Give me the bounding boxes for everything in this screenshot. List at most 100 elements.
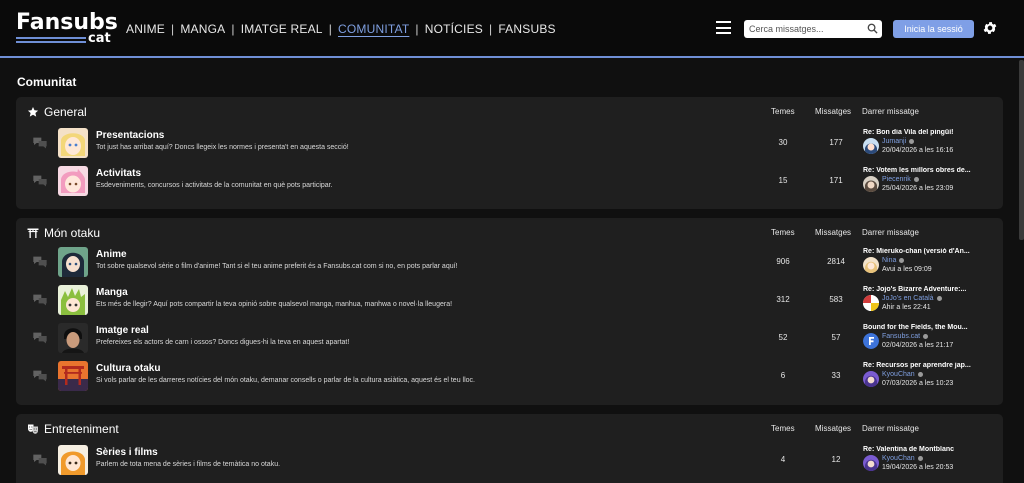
last-post-date: 20/04/2026 a les 16:16 bbox=[882, 147, 954, 154]
forum-thumbnail[interactable] bbox=[58, 247, 88, 277]
search-icon[interactable] bbox=[867, 23, 878, 34]
login-button[interactable]: Inicia la sessió bbox=[893, 20, 974, 38]
forum-temes-count: 312 bbox=[776, 295, 790, 304]
last-post-title[interactable]: Re: Valentina de Montblanc bbox=[863, 446, 977, 453]
forum-name[interactable]: Presentacions bbox=[96, 130, 164, 141]
col-temes-header: Temes bbox=[771, 107, 795, 116]
forum-name[interactable]: Activitats bbox=[96, 168, 141, 179]
forum-temes-count: 4 bbox=[780, 455, 786, 464]
status-dot bbox=[913, 176, 919, 182]
col-missatges-header: Missatges bbox=[815, 107, 852, 116]
forum-description: Prefereixes els actors de carn i ossos? … bbox=[96, 339, 350, 346]
nav-separator: | bbox=[415, 22, 419, 36]
last-post-date: Ahir a les 22:41 bbox=[882, 304, 931, 311]
forum-missatges-count: 583 bbox=[829, 295, 843, 304]
avatar[interactable] bbox=[863, 333, 879, 349]
menu-icon[interactable] bbox=[716, 21, 731, 34]
gear-icon[interactable] bbox=[982, 20, 998, 36]
col-temes-header: Temes bbox=[771, 228, 795, 237]
forum-temes-count: 30 bbox=[778, 138, 788, 147]
last-post-user[interactable]: KyouChan bbox=[882, 371, 923, 378]
last-post-user[interactable]: Piecenrik bbox=[882, 176, 919, 183]
forum-description: Tot sobre qualsevol sèrie o film d'anime… bbox=[96, 263, 458, 270]
logo-underline-2 bbox=[16, 41, 86, 43]
logo-sub-text: cat bbox=[88, 31, 111, 46]
last-post-user[interactable]: Fansubs.cat bbox=[882, 333, 929, 340]
avatar[interactable] bbox=[863, 455, 879, 471]
forum-thumbnail[interactable] bbox=[58, 361, 88, 391]
chat-bubbles-icon bbox=[33, 370, 47, 382]
forum-thumbnail[interactable] bbox=[58, 128, 88, 158]
avatar[interactable] bbox=[863, 257, 879, 273]
col-missatges-header: Missatges bbox=[815, 228, 852, 237]
forum-thumbnail[interactable] bbox=[58, 285, 88, 315]
forum-name[interactable]: Anime bbox=[96, 249, 127, 260]
category-title: Entreteniment bbox=[27, 422, 119, 436]
status-dot bbox=[917, 455, 923, 461]
avatar[interactable] bbox=[863, 138, 879, 154]
last-post-user[interactable]: KyouChan bbox=[882, 455, 923, 462]
nav-manga[interactable]: MANGA bbox=[180, 22, 225, 36]
forum-temes-count: 906 bbox=[776, 257, 790, 266]
page-title: Comunitat bbox=[17, 75, 77, 89]
top-header: Fansubs cat ANIME | MANGA | IMATGE REAL … bbox=[0, 0, 1024, 58]
nav-comunitat[interactable]: COMUNITAT bbox=[338, 22, 409, 36]
chat-bubbles-icon bbox=[33, 332, 47, 344]
forum-row-cultura-otaku[interactable]: Cultura otaku Si vols parlar de les darr… bbox=[16, 358, 1003, 396]
col-last-header: Darrer missatge bbox=[862, 228, 919, 237]
status-dot bbox=[923, 333, 929, 339]
avatar[interactable] bbox=[863, 371, 879, 387]
forum-description: Si vols parlar de les darreres notícies … bbox=[96, 377, 475, 384]
forum-row-manga[interactable]: Manga Ets més de llegir? Aquí pots compa… bbox=[16, 282, 1003, 320]
last-post-date: 25/04/2026 a les 23:09 bbox=[882, 185, 954, 192]
forum-description: Esdeveniments, concursos i activitats de… bbox=[96, 182, 333, 189]
status-dot bbox=[936, 295, 942, 301]
chat-bubbles-icon bbox=[33, 454, 47, 466]
last-post-title[interactable]: Re: Recursos per aprendre jap... bbox=[863, 362, 977, 369]
last-post-title[interactable]: Bound for the Fields, the Mou... bbox=[863, 324, 977, 331]
forum-missatges-count: 2814 bbox=[827, 257, 845, 266]
forum-name[interactable]: Cultura otaku bbox=[96, 363, 160, 374]
status-dot bbox=[917, 371, 923, 377]
forum-name[interactable]: Sèries i films bbox=[96, 447, 158, 458]
main-nav: ANIME | MANGA | IMATGE REAL | COMUNITAT … bbox=[126, 20, 556, 38]
forum-name[interactable]: Imatge real bbox=[96, 325, 149, 336]
forum-name[interactable]: Manga bbox=[96, 287, 128, 298]
chat-bubbles-icon bbox=[33, 175, 47, 187]
nav-noticies[interactable]: NOTÍCIES bbox=[425, 22, 483, 36]
site-logo[interactable]: Fansubs cat bbox=[16, 11, 118, 47]
last-post-user[interactable]: Nina bbox=[882, 257, 905, 264]
last-post-title[interactable]: Re: Votem les millors obres de... bbox=[863, 167, 977, 174]
forum-row-anime[interactable]: Anime Tot sobre qualsevol sèrie o film d… bbox=[16, 244, 1003, 282]
last-post-user[interactable]: JoJo's en Català bbox=[882, 295, 942, 302]
scrollbar[interactable] bbox=[1019, 60, 1024, 240]
nav-imatge-real[interactable]: IMATGE REAL bbox=[241, 22, 323, 36]
forum-temes-count: 15 bbox=[778, 176, 788, 185]
search-input[interactable] bbox=[744, 21, 862, 37]
forum-thumbnail[interactable] bbox=[58, 323, 88, 353]
category-title-text: Entreteniment bbox=[44, 422, 119, 436]
forum-description: Parlem de tota mena de sèries i films de… bbox=[96, 461, 281, 468]
avatar[interactable] bbox=[863, 176, 879, 192]
forum-missatges-count: 177 bbox=[829, 138, 843, 147]
forum-temes-count: 6 bbox=[780, 371, 786, 380]
forum-thumbnail[interactable] bbox=[58, 166, 88, 196]
forum-row-imatge-real[interactable]: Imatge real Prefereixes els actors de ca… bbox=[16, 320, 1003, 358]
forum-row-activitats[interactable]: Activitats Esdeveniments, concursos i ac… bbox=[16, 163, 1003, 201]
forum-row-presentacions[interactable]: Presentacions Tot just has arribat aquí?… bbox=[16, 125, 1003, 163]
last-post-title[interactable]: Re: Bon dia Vila del pingüí! bbox=[863, 129, 977, 136]
last-post-title[interactable]: Re: Jojo's Bizarre Adventure:... bbox=[863, 286, 977, 293]
category-title-text: General bbox=[44, 105, 87, 119]
nav-fansubs[interactable]: FANSUBS bbox=[498, 22, 555, 36]
theater-masks-icon bbox=[28, 424, 38, 434]
forum-thumbnail[interactable] bbox=[58, 445, 88, 475]
col-temes-header: Temes bbox=[771, 424, 795, 433]
last-post-user[interactable]: Jumanji bbox=[882, 138, 915, 145]
category-title: General bbox=[27, 105, 87, 119]
avatar[interactable] bbox=[863, 295, 879, 311]
forum-row-series-i-films[interactable]: Sèries i films Parlem de tota mena de sè… bbox=[16, 442, 1003, 480]
category-general: General Temes Missatges Darrer missatge … bbox=[16, 97, 1003, 209]
col-last-header: Darrer missatge bbox=[862, 424, 919, 433]
last-post-title[interactable]: Re: Mieruko-chan (versió d'An... bbox=[863, 248, 977, 255]
nav-anime[interactable]: ANIME bbox=[126, 22, 165, 36]
